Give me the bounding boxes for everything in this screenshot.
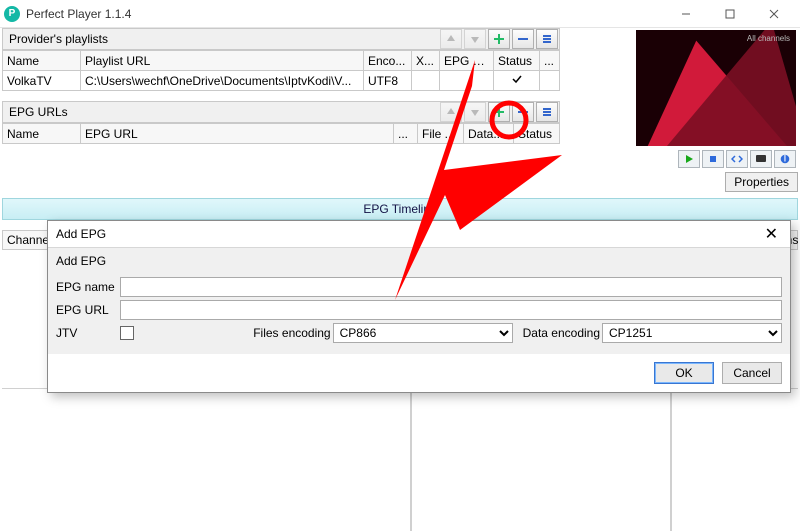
channel-col[interactable]: Channel — [2, 230, 48, 250]
col-name[interactable]: Name — [3, 51, 81, 71]
epg-up-button[interactable] — [440, 102, 462, 122]
maximize-button[interactable] — [708, 0, 752, 28]
col-more[interactable]: ... — [394, 124, 418, 144]
epg-url-input[interactable] — [120, 300, 782, 320]
col-more[interactable]: ... — [540, 51, 560, 71]
table-header-row: Name EPG URL ... File ... Data... Status — [3, 124, 560, 144]
data-encoding-select[interactable]: CP1251 — [602, 323, 782, 343]
cancel-button[interactable]: Cancel — [722, 362, 782, 384]
jtv-checkbox[interactable] — [120, 326, 134, 340]
files-encoding-label: Files encoding — [253, 326, 330, 340]
cell-status[interactable] — [494, 71, 540, 91]
title-bar: P Perfect Player 1.1.4 — [0, 0, 800, 28]
col-status[interactable]: Status — [514, 124, 560, 144]
col-name[interactable]: Name — [3, 124, 81, 144]
minimize-button[interactable] — [664, 0, 708, 28]
playlist-add-button[interactable] — [488, 29, 510, 49]
col-file[interactable]: File ... — [418, 124, 464, 144]
playlist-down-button[interactable] — [464, 29, 486, 49]
col-x[interactable]: X... — [412, 51, 440, 71]
table-header-row: Name Playlist URL Enco... X... EPG n... … — [3, 51, 560, 71]
properties-button[interactable]: Properties — [725, 172, 798, 192]
dialog-title: Add EPG — [56, 227, 106, 241]
playlists-label: Provider's playlists — [3, 30, 439, 48]
info-button[interactable]: i — [774, 150, 796, 168]
cell-x[interactable] — [412, 71, 440, 91]
playlist-up-button[interactable] — [440, 29, 462, 49]
col-epgn[interactable]: EPG n... — [440, 51, 494, 71]
playlists-table[interactable]: Name Playlist URL Enco... X... EPG n... … — [2, 50, 560, 91]
checkmark-icon — [511, 73, 523, 85]
cell-enco[interactable]: UTF8 — [364, 71, 412, 91]
epg-timeline-bar[interactable]: EPG Timeline — [2, 198, 798, 220]
epg-header: EPG URLs — [2, 101, 560, 123]
epg-url-label: EPG URL — [56, 303, 120, 317]
epg-menu-button[interactable] — [536, 102, 558, 122]
epg-remove-button[interactable] — [512, 102, 534, 122]
epg-label: EPG URLs — [3, 103, 439, 121]
preview-caption: All channels — [747, 34, 790, 43]
preview-controls: i — [636, 150, 796, 168]
col-enco[interactable]: Enco... — [364, 51, 412, 71]
playlist-remove-button[interactable] — [512, 29, 534, 49]
col-url[interactable]: Playlist URL — [81, 51, 364, 71]
epg-add-button[interactable] — [488, 102, 510, 122]
data-encoding-label: Data encoding — [523, 326, 600, 340]
jtv-label: JTV — [56, 326, 120, 340]
code-button[interactable] — [726, 150, 748, 168]
epg-table[interactable]: Name EPG URL ... File ... Data... Status — [2, 123, 560, 144]
epg-down-button[interactable] — [464, 102, 486, 122]
play-button[interactable] — [678, 150, 700, 168]
epg-name-label: EPG name — [56, 280, 120, 294]
dialog-titlebar: Add EPG ✕ — [48, 221, 790, 247]
cell-url[interactable]: C:\Users\wechf\OneDrive\Documents\IptvKo… — [81, 71, 364, 91]
cell-name[interactable]: VolkaTV — [3, 71, 81, 91]
playlists-header: Provider's playlists — [2, 28, 560, 50]
close-button[interactable] — [752, 0, 796, 28]
col-data[interactable]: Data... — [464, 124, 514, 144]
col-url[interactable]: EPG URL — [81, 124, 394, 144]
table-row[interactable]: VolkaTV C:\Users\wechf\OneDrive\Document… — [3, 71, 560, 91]
dialog-close-button[interactable]: ✕ — [761, 224, 782, 244]
add-epg-dialog: Add EPG ✕ Add EPG EPG name EPG URL JTV F… — [47, 220, 791, 393]
dialog-subtitle: Add EPG — [56, 252, 782, 274]
epg-name-input[interactable] — [120, 277, 782, 297]
preview-pane: All channels — [636, 30, 796, 146]
col-status[interactable]: Status — [494, 51, 540, 71]
cell-epgn[interactable] — [440, 71, 494, 91]
app-icon: P — [4, 6, 20, 22]
svg-text:i: i — [784, 154, 787, 164]
ok-button[interactable]: OK — [654, 362, 714, 384]
window-title: Perfect Player 1.1.4 — [26, 7, 131, 21]
cell-more[interactable] — [540, 71, 560, 91]
monitor-button[interactable] — [750, 150, 772, 168]
files-encoding-select[interactable]: CP866 — [333, 323, 513, 343]
playlist-menu-button[interactable] — [536, 29, 558, 49]
stop-button[interactable] — [702, 150, 724, 168]
